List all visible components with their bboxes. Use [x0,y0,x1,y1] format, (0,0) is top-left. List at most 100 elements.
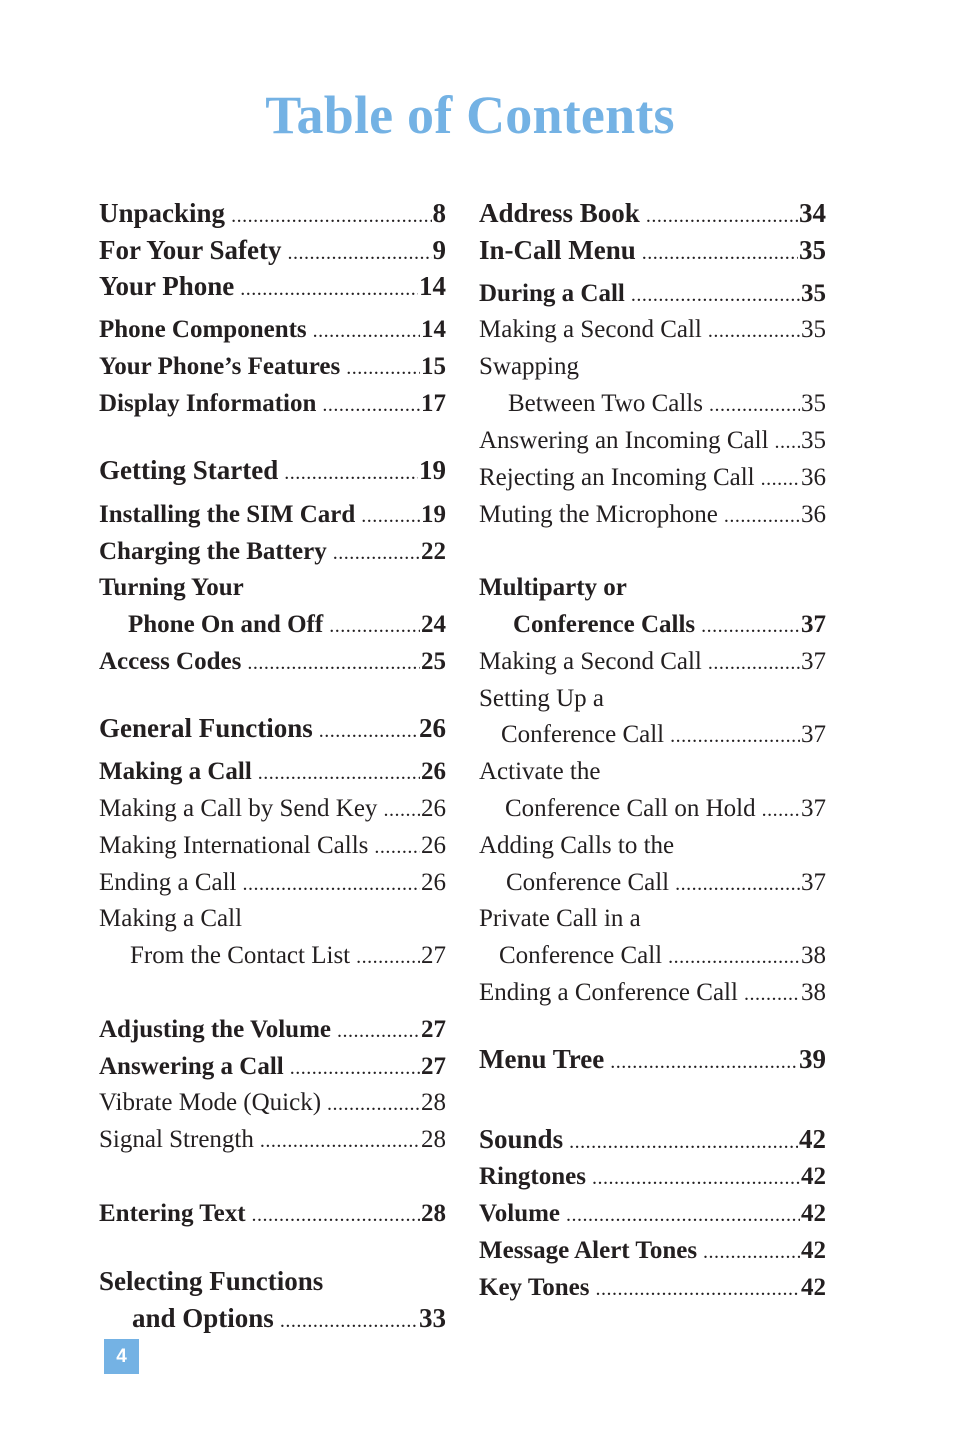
toc-entry-page: 36 [801,464,826,491]
dot-leader [252,1205,420,1225]
toc-entry: Your Phone 14 [99,273,446,300]
toc-entry-page: 19 [419,455,446,485]
toc-entry: and Options 33 [99,1305,446,1332]
toc-entry: Making a Second Call 35 [479,317,826,342]
toc-entry-label: During a Call [479,280,625,307]
toc-entry: Key Tones 42 [479,1275,826,1300]
dot-leader [329,616,420,636]
toc-entry: Conference Call on Hold 37 [479,796,826,821]
toc-entry: Turning Your [99,575,446,600]
toc-entry-label: Making a Second Call [479,316,702,343]
toc-entry: Installing the SIM Card 19 [99,502,446,527]
dot-leader [761,469,800,489]
toc-entry-page: 28 [421,1126,446,1153]
toc-entry-page: 27 [421,942,446,969]
toc-entry-page: 15 [421,353,446,380]
toc-entry-label: Vibrate Mode (Quick) [99,1089,322,1116]
toc-entry: Selecting Functions [99,1268,446,1295]
toc-entry-label: Access Codes [99,648,242,675]
toc-entry-label: and Options [132,1303,274,1333]
dot-leader [361,506,420,526]
toc-entry: Conference Call 37 [479,722,826,747]
dot-leader [247,653,420,673]
toc-entry-page: 34 [799,198,826,228]
dot-leader [642,243,798,263]
dot-leader [240,279,418,299]
toc-entry: Muting the Microphone 36 [479,502,826,527]
toc-entry-page: 35 [799,235,826,265]
toc-entry-label: Your Phone [99,271,235,301]
dot-leader [592,1168,800,1188]
dot-leader [319,721,418,741]
toc-entry-label: Ringtones [479,1163,586,1190]
toc-entry-page: 26 [421,795,446,822]
toc-entry-label: Unpacking [99,198,226,228]
toc-entry-page: 26 [421,869,446,896]
dot-leader [280,1311,418,1331]
toc-entry: Private Call in a [479,906,826,931]
dot-leader [290,1058,420,1078]
toc-entry: Phone Components 14 [99,317,446,342]
toc-entry: In-Call Menu 35 [479,237,826,264]
toc-entry-label: Adjusting the Volume [99,1016,331,1043]
toc-entry-page: 35 [801,280,826,307]
toc-entry-page: 35 [801,390,826,417]
toc-entry-label: In-Call Menu [479,235,636,265]
toc-entry-page: 14 [419,271,446,301]
dot-leader [631,285,800,305]
dot-leader [775,432,800,452]
toc-entry-page: 28 [421,1200,446,1227]
dot-leader [762,800,800,820]
toc-entry: Ringtones 42 [479,1164,826,1189]
toc-entry-page: 35 [801,427,826,454]
dot-leader [346,358,420,378]
toc-entry-page: 37 [801,648,826,675]
dot-leader [383,800,420,820]
toc-entry-page: 37 [801,721,826,748]
toc-entry: Conference Calls 37 [479,612,826,637]
toc-entry: Your Phone’s Features 15 [99,354,446,379]
toc-entry-label: Adding Calls to the [479,832,675,859]
toc-entry: Conference Call 37 [479,870,826,895]
toc-entry-page: 38 [801,942,826,969]
dot-leader [703,1242,800,1262]
toc-entry: Making International Calls 26 [99,833,446,858]
toc-entry-label: Installing the SIM Card [99,501,356,528]
dot-leader [327,1094,420,1114]
toc-entry-label: Getting Started [99,455,279,485]
dot-leader [356,947,420,967]
toc-entry-label: Volume [479,1200,561,1227]
dot-leader [675,874,800,894]
toc-entry-label: Setting Up a [479,685,604,712]
toc-entry-label: Conference Call [499,942,663,969]
toc-entry: Making a Call [99,906,446,931]
toc-entry: Address Book 34 [479,200,826,227]
toc-entry: Charging the Battery 22 [99,539,446,564]
toc-entry-label: Display Information [99,390,317,417]
toc-entry: Answering an Incoming Call 35 [479,428,826,453]
toc-entry: Sounds 42 [479,1126,826,1153]
toc-entry: During a Call 35 [479,281,826,306]
toc-entry-page: 24 [421,611,446,638]
toc-entry: Volume 42 [479,1201,826,1226]
dot-leader [668,947,800,967]
toc-entry-label: Entering Text [99,1200,246,1227]
dot-leader [231,206,431,226]
dot-leader [744,984,800,1004]
dot-leader [610,1052,798,1072]
dot-leader [670,726,800,746]
dot-leader [322,395,420,415]
toc-entry-page: 17 [421,390,446,417]
toc-entry-page: 33 [419,1303,446,1333]
toc-entry: Adding Calls to the [479,833,826,858]
toc-entry-page: 42 [801,1274,826,1301]
dot-leader [374,837,420,857]
toc-entry: Making a Second Call 37 [479,649,826,674]
toc-entry-label: Rejecting an Incoming Call [479,464,755,491]
toc-entry: Between Two Calls 35 [479,391,826,416]
toc-entry-page: 25 [421,648,446,675]
toc-entry-label: Making a Call [99,905,243,932]
toc-entry-page: 37 [801,869,826,896]
toc-entry: Getting Started 19 [99,457,446,484]
toc-entry-label: Conference Call [501,721,665,748]
